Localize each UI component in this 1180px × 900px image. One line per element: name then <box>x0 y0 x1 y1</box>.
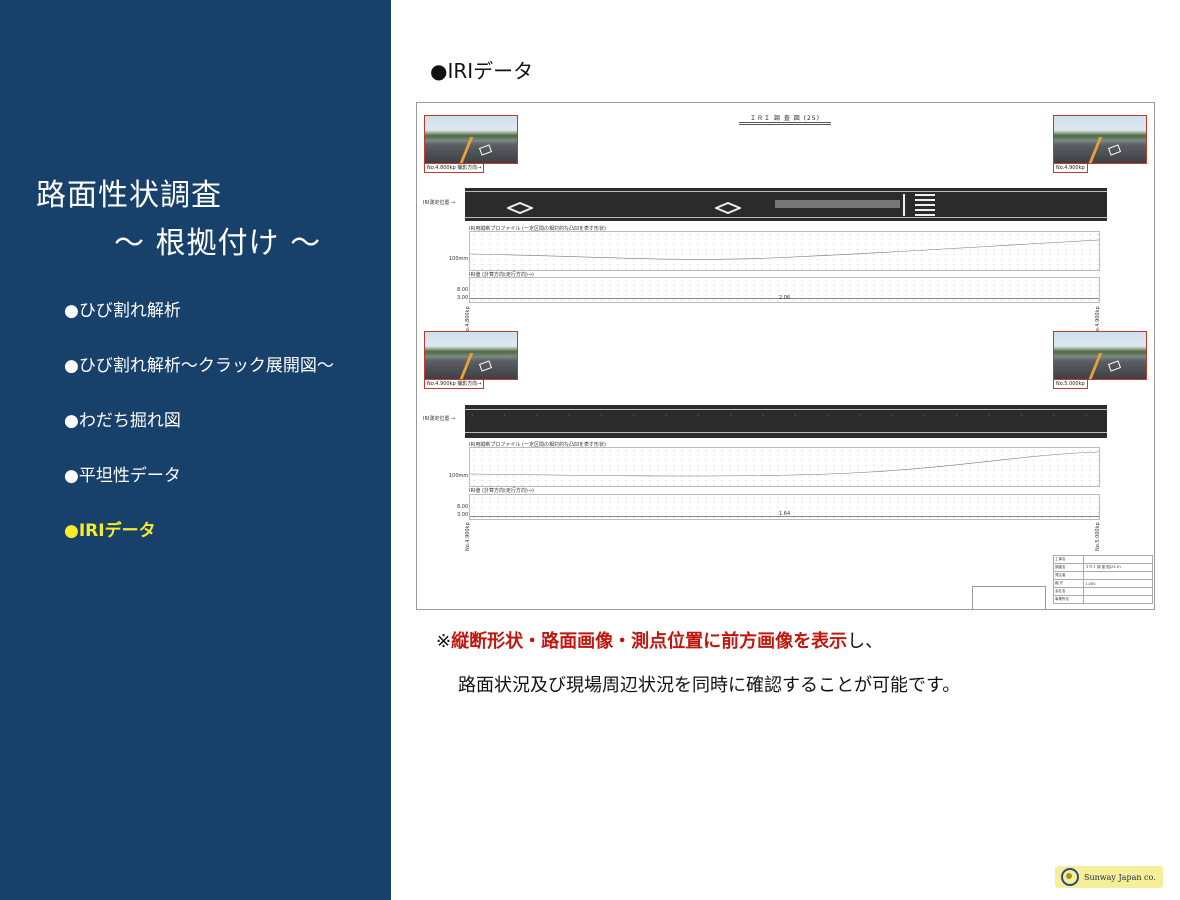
logo-text: Sunway Japan co. <box>1084 872 1156 882</box>
end-kp-label: No.5.000kp <box>1095 522 1101 551</box>
profile-curve <box>470 451 1099 477</box>
title-block-value <box>1083 555 1153 564</box>
topic-item-crack-map: ●ひび割れ解析～クラック展開図～ <box>64 356 334 376</box>
figure-title: ＩＲＩ 調 査 図 (25) <box>739 113 831 125</box>
longitudinal-profile <box>469 231 1100 271</box>
iri-value-label: IRI値 (計算方向(走行方向)→) <box>469 488 535 494</box>
topic-item-iri: ●IRIデータ <box>64 521 156 541</box>
front-photo-start <box>424 115 518 164</box>
profile-scale: 100mm <box>449 256 469 262</box>
title-block-key: 工事名 <box>1052 555 1085 564</box>
photo-caption: No.4.900kp <box>1053 163 1088 173</box>
title-block-value <box>1083 587 1153 596</box>
front-photo-start <box>424 331 518 380</box>
section-title: 路面性状調査 ～ 根拠付け ～ <box>36 172 321 268</box>
start-kp-label: No.4.900kp <box>465 522 471 551</box>
topic-item-crack-analysis: ●ひび割れ解析 <box>64 301 181 321</box>
front-photo-end <box>1053 331 1147 380</box>
logo-mark-icon <box>1061 868 1079 886</box>
profile-curve <box>470 239 1099 260</box>
note-emphasis: 縦断形状・路面画像・測点位置に前方画像を表示 <box>451 631 848 652</box>
title-block-key: 縮 尺 <box>1052 579 1085 588</box>
iri-value: 1.64 <box>779 511 791 517</box>
note-prefix: ※ <box>436 631 452 652</box>
axis-top-value: 8.00 <box>457 504 469 510</box>
photo-caption: No.5.000kp <box>1053 379 1088 389</box>
topic-item-rutting: ●わだち掘れ図 <box>64 411 181 431</box>
note-suffix: し、 <box>847 631 884 652</box>
title-block-key: 調査名 <box>1052 563 1085 572</box>
longitudinal-profile <box>469 447 1100 487</box>
description-note: ※縦断形状・路面画像・測点位置に前方画像を表示し、 路面状況及び現場周辺状況を同… <box>436 628 960 700</box>
road-label: IRI測定位置 → <box>423 416 456 422</box>
photo-caption: No.4.900kp 撮影方向→ <box>424 379 485 389</box>
iri-value: 2.06 <box>779 295 791 301</box>
title-block-key: 発注者 <box>1052 571 1085 580</box>
road-label: IRI測定位置 → <box>423 200 456 206</box>
axis-bottom-value: 3.00 <box>457 295 469 301</box>
road-surface-image: › › › › › › › › › › › › › › › › › › › › … <box>465 405 1107 438</box>
section-title-line1: 路面性状調査 <box>36 178 222 213</box>
title-block-value: ＩＲＩ 調 査 図(25-H) <box>1083 563 1153 572</box>
content-heading: ●IRIデータ <box>430 59 534 83</box>
axis-top-value: 8.00 <box>457 287 469 293</box>
topic-list: ●ひび割れ解析 ●ひび割れ解析～クラック展開図～ ●わだち掘れ図 ●平坦性データ… <box>64 298 334 573</box>
title-block-value <box>1083 571 1153 580</box>
company-logo: Sunway Japan co. <box>1055 866 1163 888</box>
title-block-value <box>1083 595 1153 604</box>
title-block-value: 1:200 <box>1083 579 1153 588</box>
profile-scale: 100mm <box>449 473 469 479</box>
topic-item-flatness: ●平坦性データ <box>64 466 181 486</box>
road-surface-image <box>465 188 1107 221</box>
sidebar: 路面性状調査 ～ 根拠付け ～ ●ひび割れ解析 ●ひび割れ解析～クラック展開図～… <box>0 0 391 900</box>
photo-caption: No.4.800kp 撮影方向→ <box>424 163 485 173</box>
axis-bottom-value: 3.00 <box>457 512 469 518</box>
title-block-key: 会社名 <box>1052 587 1085 596</box>
legend-box <box>972 586 1046 609</box>
section-title-line2: ～ 根拠付け ～ <box>114 226 322 261</box>
front-photo-end <box>1053 115 1147 164</box>
iri-survey-figure: ＩＲＩ 調 査 図 (25) No.4.800kp 撮影方向→ No.4.900… <box>416 102 1155 610</box>
note-line2: 路面状況及び現場周辺状況を同時に確認することが可能です。 <box>458 675 961 696</box>
title-block: 工事名 調査名 ＩＲＩ 調 査 図(25-H) 発注者 縮 尺 1:200 会社名 … <box>1052 555 1153 609</box>
title-block-key: 事業所名 <box>1052 595 1085 604</box>
